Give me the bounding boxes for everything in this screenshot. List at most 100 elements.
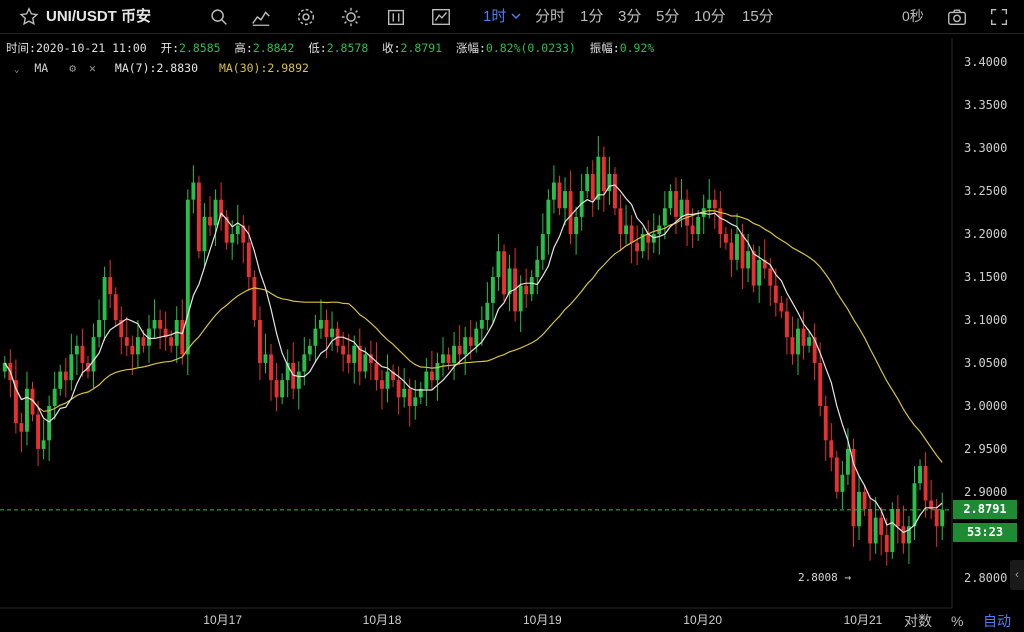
candle-body[interactable]	[590, 173, 595, 200]
candle-body[interactable]	[901, 526, 906, 544]
candle-body[interactable]	[895, 509, 900, 527]
candle-body[interactable]	[413, 397, 418, 406]
candle-body[interactable]	[180, 320, 185, 355]
candle-body[interactable]	[91, 337, 96, 372]
candle-body[interactable]	[851, 448, 856, 527]
candle-body[interactable]	[807, 337, 812, 346]
candle-body[interactable]	[629, 225, 634, 243]
candle-body[interactable]	[13, 380, 18, 424]
candle-body[interactable]	[52, 388, 57, 406]
candle-body[interactable]	[208, 216, 212, 226]
candle-body[interactable]	[596, 156, 601, 200]
candle-body[interactable]	[407, 388, 412, 406]
candle-body[interactable]	[668, 191, 673, 209]
candle-body[interactable]	[601, 156, 606, 192]
candle-body[interactable]	[773, 285, 778, 303]
candle-body[interactable]	[69, 354, 74, 381]
candle-body[interactable]	[635, 242, 640, 252]
candle-body[interactable]	[845, 448, 850, 475]
candle-body[interactable]	[934, 509, 939, 527]
candle-body[interactable]	[834, 457, 839, 492]
candle-body[interactable]	[685, 199, 690, 226]
candle-body[interactable]	[779, 302, 784, 312]
candle-body[interactable]	[746, 251, 751, 269]
candle-body[interactable]	[618, 208, 623, 235]
candle-body[interactable]	[158, 320, 163, 329]
indicator-close-icon[interactable]: ✕	[89, 61, 96, 75]
candlestick-chart[interactable]: 2.80002.85002.90002.95003.00003.05003.10…	[0, 0, 1024, 632]
candle-body[interactable]	[130, 345, 135, 355]
candle-body[interactable]	[235, 225, 240, 235]
candle-body[interactable]	[729, 242, 734, 260]
candle-body[interactable]	[152, 320, 157, 329]
candle-body[interactable]	[574, 216, 579, 235]
candle-body[interactable]	[380, 380, 384, 389]
candle-body[interactable]	[257, 320, 262, 363]
candle-body[interactable]	[307, 345, 312, 355]
candle-body[interactable]	[196, 182, 201, 252]
candle-body[interactable]	[790, 337, 795, 355]
candle-body[interactable]	[269, 354, 273, 381]
candle-body[interactable]	[490, 277, 495, 303]
candle-body[interactable]	[36, 414, 40, 449]
candle-body[interactable]	[341, 345, 346, 355]
candle-body[interactable]	[463, 337, 468, 355]
candle-body[interactable]	[441, 354, 445, 363]
candle-body[interactable]	[723, 234, 728, 243]
candle-body[interactable]	[751, 251, 756, 286]
candle-body[interactable]	[213, 199, 218, 226]
candle-body[interactable]	[551, 182, 556, 200]
candle-body[interactable]	[923, 466, 928, 501]
candle-body[interactable]	[735, 234, 739, 260]
candle-body[interactable]	[624, 225, 628, 235]
candle-body[interactable]	[202, 216, 207, 252]
candle-body[interactable]	[768, 268, 773, 286]
candle-body[interactable]	[97, 320, 102, 338]
candle-body[interactable]	[363, 354, 368, 372]
candle-body[interactable]	[557, 182, 562, 209]
candle-body[interactable]	[113, 294, 118, 320]
candle-body[interactable]	[319, 320, 323, 329]
candle-body[interactable]	[823, 405, 828, 441]
candle-body[interactable]	[884, 534, 889, 553]
candle-body[interactable]	[613, 173, 617, 209]
candle-body[interactable]	[274, 380, 279, 398]
candle-body[interactable]	[507, 268, 512, 295]
candle-body[interactable]	[857, 491, 861, 527]
candle-body[interactable]	[468, 337, 473, 346]
candle-body[interactable]	[429, 371, 434, 381]
candle-body[interactable]	[474, 328, 479, 346]
candle-body[interactable]	[424, 371, 429, 389]
auto-scale-button[interactable]: 自动	[983, 610, 1011, 632]
candle-body[interactable]	[452, 345, 457, 363]
candle-body[interactable]	[918, 466, 922, 484]
candle-body[interactable]	[108, 277, 113, 295]
candle-body[interactable]	[230, 234, 235, 243]
candle-body[interactable]	[135, 337, 140, 355]
candle-body[interactable]	[296, 371, 301, 389]
candle-body[interactable]	[169, 337, 174, 346]
candle-body[interactable]	[535, 259, 540, 278]
candle-body[interactable]	[696, 216, 701, 235]
collapse-chevron-icon[interactable]: ⌄	[14, 65, 19, 75]
candle-body[interactable]	[818, 362, 823, 406]
candle-body[interactable]	[63, 371, 68, 381]
candle-body[interactable]	[679, 199, 684, 217]
candle-body[interactable]	[446, 354, 451, 363]
candle-body[interactable]	[280, 380, 285, 398]
candle-body[interactable]	[25, 388, 29, 432]
candle-body[interactable]	[524, 285, 529, 295]
candle-body[interactable]	[563, 191, 567, 209]
candle-body[interactable]	[651, 234, 656, 243]
candle-body[interactable]	[19, 423, 24, 432]
candle-body[interactable]	[662, 208, 667, 226]
candle-body[interactable]	[540, 234, 545, 260]
candle-body[interactable]	[690, 225, 695, 235]
candle-body[interactable]	[324, 320, 329, 338]
candle-body[interactable]	[912, 483, 917, 527]
candle-body[interactable]	[263, 354, 268, 363]
candle-body[interactable]	[330, 328, 334, 338]
candle-body[interactable]	[141, 337, 146, 346]
candle-body[interactable]	[102, 277, 107, 320]
candle-body[interactable]	[385, 371, 390, 389]
